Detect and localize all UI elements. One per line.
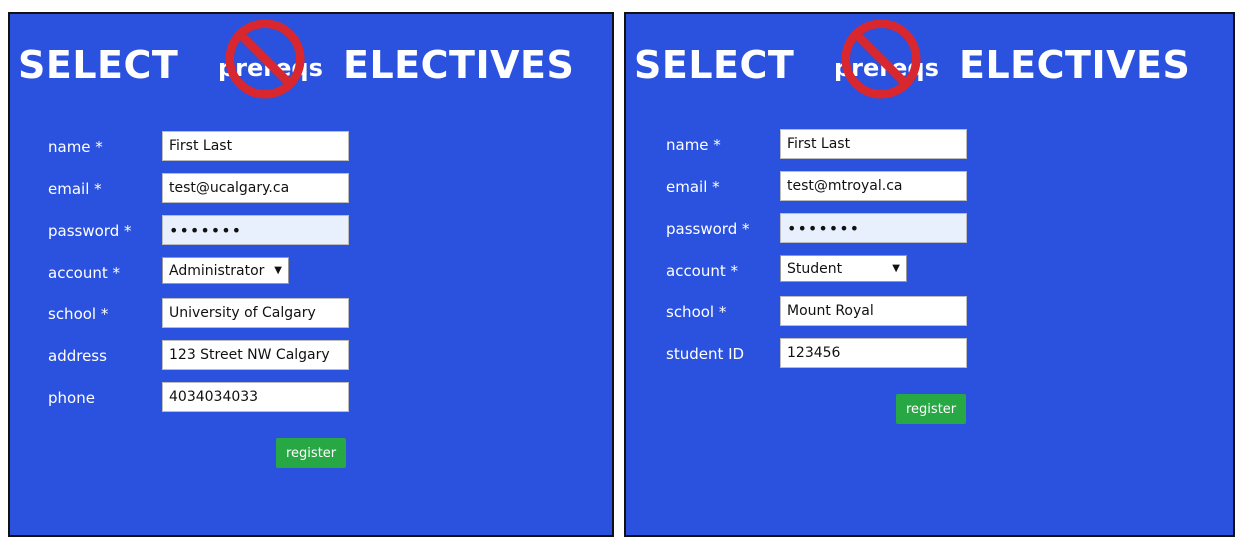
student-id-row: student ID <box>626 338 1233 368</box>
account-select[interactable]: Administrator ▼ <box>162 257 289 284</box>
register-button[interactable]: register <box>276 438 347 468</box>
no-sign-icon <box>225 19 305 99</box>
phone-input[interactable] <box>162 382 349 412</box>
app-logo: SELECT prereqs ELECTIVES <box>10 14 612 124</box>
name-row: name * <box>10 131 612 161</box>
logo-select-text: SELECT <box>18 43 179 87</box>
logo-electives-text: ELECTIVES <box>343 43 575 87</box>
app-logo: SELECT prereqs ELECTIVES <box>626 14 1233 124</box>
password-label: password * <box>48 222 132 240</box>
password-row: password * <box>10 215 612 245</box>
account-select-value: Student <box>787 260 843 277</box>
name-row: name * <box>626 129 1233 159</box>
student-id-label: student ID <box>666 345 745 363</box>
email-input[interactable] <box>162 173 349 203</box>
dropdown-arrow-icon: ▼ <box>274 265 282 276</box>
account-row: account * Student ▼ <box>626 255 1233 285</box>
school-row: school * <box>626 296 1233 326</box>
email-row: email * <box>626 171 1233 201</box>
logo-select-text: SELECT <box>634 43 795 87</box>
password-label: password * <box>666 220 750 238</box>
student-id-input[interactable] <box>780 338 967 368</box>
no-sign-icon <box>841 19 921 99</box>
address-input[interactable] <box>162 340 349 370</box>
registration-panel-student: SELECT prereqs ELECTIVES name * email * … <box>624 12 1235 537</box>
school-row: school * <box>10 298 612 328</box>
dropdown-arrow-icon: ▼ <box>892 263 900 274</box>
name-input[interactable] <box>162 131 349 161</box>
name-label: name * <box>666 136 721 154</box>
email-label: email * <box>48 180 102 198</box>
account-select-value: Administrator <box>169 262 265 279</box>
school-input[interactable] <box>780 296 967 326</box>
password-input[interactable] <box>780 213 967 243</box>
password-row: password * <box>626 213 1233 243</box>
school-label: school * <box>48 305 109 323</box>
address-row: address <box>10 340 612 370</box>
account-label: account * <box>48 264 121 282</box>
account-select[interactable]: Student ▼ <box>780 255 907 282</box>
phone-label: phone <box>48 389 95 407</box>
email-row: email * <box>10 173 612 203</box>
account-label: account * <box>666 262 739 280</box>
name-label: name * <box>48 138 103 156</box>
register-button[interactable]: register <box>896 394 967 424</box>
registration-panel-administrator: SELECT prereqs ELECTIVES name * email * … <box>8 12 614 537</box>
school-label: school * <box>666 303 727 321</box>
email-label: email * <box>666 178 720 196</box>
password-input[interactable] <box>162 215 349 245</box>
name-input[interactable] <box>780 129 967 159</box>
email-input[interactable] <box>780 171 967 201</box>
logo-electives-text: ELECTIVES <box>959 43 1191 87</box>
address-label: address <box>48 347 107 365</box>
phone-row: phone <box>10 382 612 412</box>
school-input[interactable] <box>162 298 349 328</box>
account-row: account * Administrator ▼ <box>10 257 612 287</box>
